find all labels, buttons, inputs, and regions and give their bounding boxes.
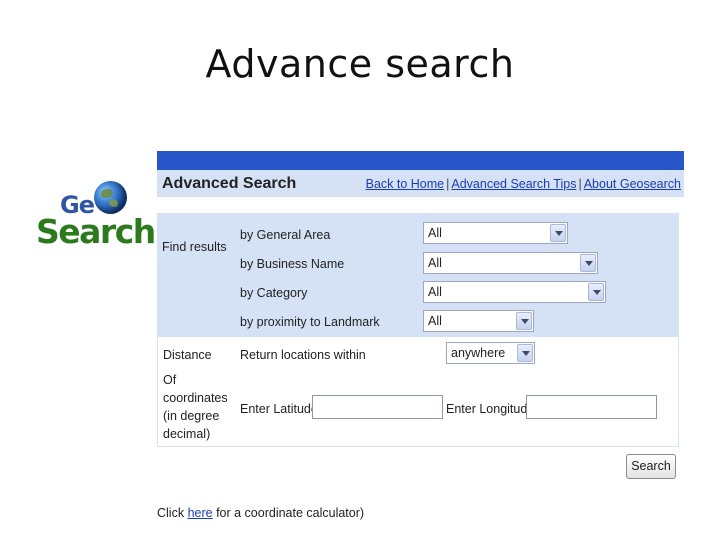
footnote-text-after: for a coordinate calculator)	[212, 506, 365, 520]
coordinates-label-line: Of	[163, 373, 177, 387]
general-area-select[interactable]: All	[423, 222, 568, 244]
chevron-down-icon[interactable]	[550, 224, 566, 242]
location-section: Distance Return locations within anywher…	[157, 337, 679, 447]
panel-top-bar	[157, 151, 684, 170]
panel-title: Advanced Search	[162, 175, 297, 192]
header-links: Back to Home | Advanced Search Tips | About …	[366, 177, 681, 191]
filter-label-business-name: by Business Name	[240, 257, 345, 271]
longitude-input[interactable]	[526, 395, 657, 419]
select-value: All	[428, 285, 442, 299]
geosearch-logo: Ge Search	[34, 178, 156, 254]
coordinate-calculator-note: Click here for a coordinate calculator)	[157, 506, 364, 520]
globe-icon	[94, 181, 127, 214]
distance-select[interactable]: anywhere	[446, 342, 535, 364]
category-select[interactable]: All	[423, 281, 606, 303]
coordinates-label-line: (in degree	[163, 409, 220, 423]
logo-text-search: Search	[36, 212, 156, 251]
chevron-down-icon[interactable]	[588, 283, 604, 301]
filters-section: Find results by General Area All by Busi…	[157, 213, 679, 337]
chevron-down-icon[interactable]	[580, 254, 596, 272]
coordinates-label-line: coordinates	[163, 391, 228, 405]
distance-label: Distance	[163, 348, 212, 362]
landmark-select[interactable]: All	[423, 310, 534, 332]
filter-label-category: by Category	[240, 286, 308, 300]
about-geosearch-link[interactable]: About Geosearch	[584, 177, 681, 191]
panel-header: Advanced Search Back to Home | Advanced Se…	[157, 170, 684, 197]
search-button[interactable]: Search	[626, 454, 676, 479]
return-locations-label: Return locations within	[240, 348, 366, 362]
find-results-label: Find results	[162, 240, 227, 254]
longitude-label: Enter Longitude	[446, 402, 535, 416]
filter-label-general-area: by General Area	[240, 228, 331, 242]
chevron-down-icon[interactable]	[516, 312, 532, 330]
coordinate-calculator-link[interactable]: here	[188, 506, 213, 520]
advanced-search-panel: Advanced Search Back to Home | Advanced Se…	[157, 151, 684, 448]
select-value: anywhere	[451, 346, 506, 360]
advanced-search-tips-link[interactable]: Advanced Search Tips	[451, 177, 576, 191]
coordinates-label-line: decimal)	[163, 427, 211, 441]
footnote-text-before: Click	[157, 506, 188, 520]
latitude-input[interactable]	[312, 395, 443, 419]
select-value: All	[428, 226, 442, 240]
select-value: All	[428, 256, 442, 270]
link-separator: |	[578, 177, 582, 191]
slide-title: Advance search	[205, 42, 515, 86]
filter-label-landmark: by proximity to Landmark	[240, 315, 380, 329]
select-value: All	[428, 314, 442, 328]
business-name-select[interactable]: All	[423, 252, 598, 274]
latitude-label: Enter Latitude:	[240, 402, 322, 416]
chevron-down-icon[interactable]	[517, 344, 533, 362]
back-to-home-link[interactable]: Back to Home	[366, 177, 445, 191]
